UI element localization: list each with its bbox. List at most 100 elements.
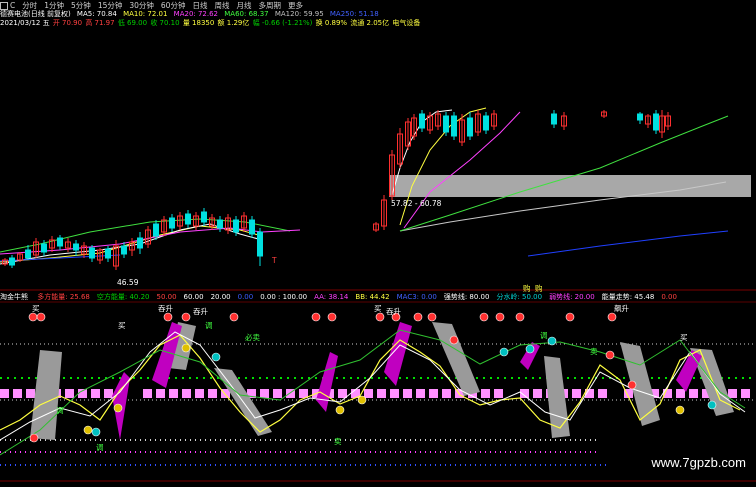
candle-body-right (483, 115, 489, 131)
signal-circle (229, 312, 239, 322)
signal-circle (163, 312, 173, 322)
box-range-label: 57.82 - 60.78 (391, 199, 442, 208)
pink-block (364, 389, 373, 398)
label-surge: 飙升 (614, 304, 629, 313)
label-must-sell: 必卖 (245, 333, 260, 342)
ma-green-line (399, 115, 729, 232)
signal-circle (36, 312, 46, 322)
pink-block (273, 389, 282, 398)
gray-band (620, 342, 660, 426)
pink-block (0, 389, 9, 398)
signal-circle (181, 312, 191, 322)
label-rise-1: 吞升 (158, 304, 173, 313)
candle-body-left (201, 211, 207, 223)
candle-body-left (25, 249, 31, 259)
signal-circle (547, 336, 557, 346)
label-buy-1: 买 (32, 304, 40, 313)
magenta-band (316, 352, 338, 412)
candle-body-left (57, 237, 63, 247)
pink-block (728, 389, 737, 398)
chart-canvas[interactable] (0, 0, 756, 487)
signal-circle (605, 350, 615, 360)
indicator-name[interactable]: 淘金牛熊 (0, 293, 28, 301)
signal-circle (375, 312, 385, 322)
pink-block (104, 389, 113, 398)
pink-block (91, 389, 100, 398)
candle-body-right (443, 115, 449, 133)
candles-left (2, 208, 263, 270)
signal-circle (327, 312, 337, 322)
pink-block (416, 389, 425, 398)
signal-circle (607, 312, 617, 322)
signal-circle (113, 403, 123, 413)
signal-circle (675, 405, 685, 415)
indicator-field-5: 0.00 (237, 293, 254, 301)
candle-body-right (637, 113, 643, 121)
pink-block (143, 389, 152, 398)
pink-block (182, 389, 191, 398)
gray-band (432, 322, 480, 396)
indicator-field-6: 0.00 : 100.00 (260, 293, 308, 301)
indicator-field-12: 弱势线: 20.00 (549, 293, 595, 301)
indicator-field-7: AA: 38.14 (314, 293, 349, 301)
candle-body-left (41, 243, 47, 253)
pink-block (208, 389, 217, 398)
label-sell-1: 卖 (590, 347, 598, 356)
indicator-header: 淘金牛熊 多方能量: 25.68 空方能量: 40.20 50.00 60.00 20.… (0, 292, 756, 302)
indicator-field-1: 空方能量: 40.20 (96, 293, 150, 301)
signal-circle (181, 343, 191, 353)
pink-block (676, 389, 685, 398)
label-buy-4: 买 (680, 333, 688, 342)
pink-block (598, 389, 607, 398)
label-rise-3: 吞升 (386, 307, 401, 316)
signal-circle (91, 427, 101, 437)
candle-body-right (419, 113, 425, 129)
pink-block (299, 389, 308, 398)
signal-circle (495, 312, 505, 322)
indicator-field-4: 20.00 (210, 293, 231, 301)
magenta-bands (112, 322, 702, 440)
label-adjust-1: 调 (205, 321, 213, 330)
indicator-field-9: MAC3: 0.00 (396, 293, 437, 301)
pink-block (481, 389, 490, 398)
indicator-field-0: 多方能量: 25.68 (37, 293, 90, 301)
candle-body-left (217, 219, 223, 229)
low-price-marker: 46.59 (117, 278, 139, 287)
signal-circle (525, 344, 535, 354)
indicator-field-8: BB: 44.42 (355, 293, 390, 301)
candle-body-right (451, 115, 457, 137)
pink-block (260, 389, 269, 398)
pink-block (169, 389, 178, 398)
pink-block (533, 389, 542, 398)
candle-body-left (185, 213, 191, 225)
watermark: www.7gpzb.com (651, 455, 746, 470)
label-buy-2: 买 (118, 321, 126, 330)
candle-body-right (467, 117, 473, 137)
signal-circle (413, 312, 423, 322)
signal-circle (311, 312, 321, 322)
pink-block (741, 389, 750, 398)
signal-circle (479, 312, 489, 322)
indicator-field-3: 60.00 (183, 293, 204, 301)
pink-block (572, 389, 581, 398)
signal-circle (515, 312, 525, 322)
signal-circle (211, 352, 221, 362)
pink-block (338, 389, 347, 398)
indicator-field-2: 50.00 (156, 293, 177, 301)
label-buy-3: 买 (374, 304, 382, 313)
signal-circle (499, 347, 509, 357)
candle-body-left (257, 231, 263, 257)
pink-block (429, 389, 438, 398)
signal-circle (29, 433, 39, 443)
signal-circle (28, 312, 38, 322)
pink-block (26, 389, 35, 398)
candle-body-left (169, 217, 175, 229)
pink-block (390, 389, 399, 398)
candle-body-right (551, 113, 557, 125)
gray-bands (30, 322, 734, 440)
signal-circle (357, 395, 367, 405)
indicator-field-14: 0.00 (661, 293, 677, 301)
pink-block (195, 389, 204, 398)
candle-body-left (9, 257, 15, 266)
pink-block (442, 389, 451, 398)
